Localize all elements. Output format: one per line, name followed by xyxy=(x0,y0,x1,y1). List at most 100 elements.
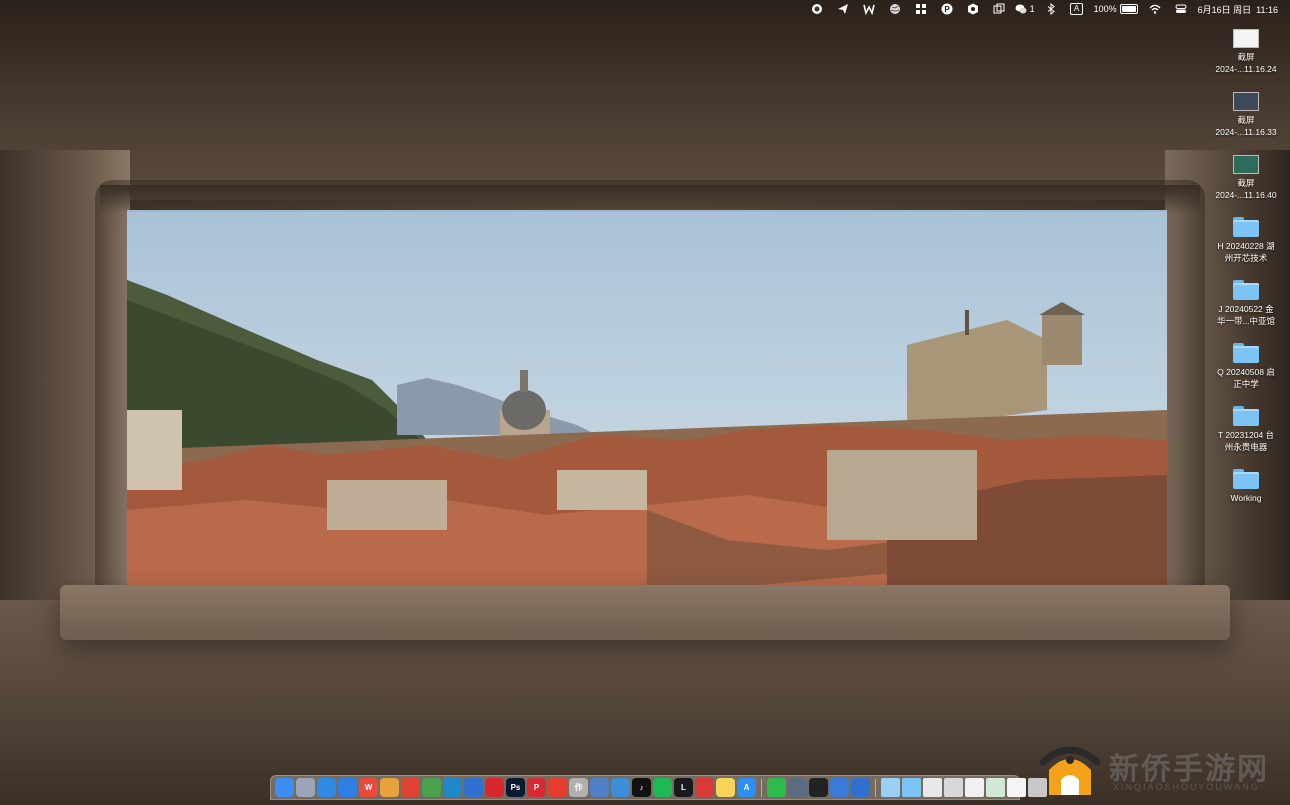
dock-doc-stack-1-icon[interactable] xyxy=(923,778,942,797)
dock-globe-app-icon[interactable] xyxy=(611,778,630,797)
wifi-icon[interactable] xyxy=(1142,0,1168,18)
desktop-item-label-line1: J 20240522 金 xyxy=(1218,304,1274,314)
desktop-item[interactable]: 截屏 2024-...11.16.33 xyxy=(1203,89,1289,152)
dock-launchpad-icon[interactable] xyxy=(296,778,315,797)
p-icon[interactable]: P xyxy=(934,0,960,18)
desktop-item[interactable]: 截屏 2024-...11.16.24 xyxy=(1203,26,1289,89)
desktop-item[interactable]: Q 20240508 启正中学 xyxy=(1203,341,1289,404)
desktop-item-label-line1: H 20240228 湖 xyxy=(1217,241,1275,251)
desktop-item-label-line2: 州永贵电器 xyxy=(1224,442,1268,452)
dock-screen-app-icon[interactable] xyxy=(788,778,807,797)
dock-photoshop-icon[interactable]: Ps xyxy=(506,778,525,797)
dock-pinterest-icon[interactable]: P xyxy=(527,778,546,797)
desktop-item-label-line1: 截屏 xyxy=(1237,178,1255,188)
wechat-icon xyxy=(1015,4,1027,14)
screenshot-thumbnail-icon xyxy=(1233,155,1259,174)
folder-icon xyxy=(1233,469,1259,489)
house-logo-icon xyxy=(1039,746,1101,795)
screenshot-thumbnail-icon xyxy=(1233,92,1259,111)
clock[interactable]: 6月16日 周日 11:16 xyxy=(1194,0,1290,18)
dock-wps-icon[interactable]: W xyxy=(359,778,378,797)
dock-folder-stack-1-icon[interactable] xyxy=(881,778,900,797)
desktop-item-label-line1: 截屏 xyxy=(1237,115,1255,125)
desktop-item-label-line2: 华一带...中亚馆 xyxy=(1216,316,1276,326)
dock-preview-icon[interactable] xyxy=(590,778,609,797)
folder-icon xyxy=(1233,406,1259,426)
wps-icon[interactable] xyxy=(856,0,882,18)
desktop-item-label-line2: 2024-...11.16.33 xyxy=(1215,127,1277,137)
dock-dark-app-icon[interactable] xyxy=(809,778,828,797)
folder-icon xyxy=(1233,280,1259,300)
dock-photos-icon[interactable] xyxy=(380,778,399,797)
desktop-item-label: Working xyxy=(1203,492,1289,504)
dock-doc-stack-3-icon[interactable] xyxy=(965,778,984,797)
desktop-item-label: T 20231204 台州永贵电器 xyxy=(1203,429,1289,453)
folder-icon xyxy=(1233,343,1259,363)
menu-bar: P 1 A 100% 6月16日 周日 11:16 xyxy=(0,0,1290,18)
dock-l-app-icon[interactable]: L xyxy=(674,778,693,797)
bluetooth-icon[interactable] xyxy=(1038,0,1064,18)
battery-icon xyxy=(1119,4,1138,14)
dock-chrome-icon[interactable] xyxy=(401,778,420,797)
desktop-item-label: 截屏 2024-...11.16.24 xyxy=(1203,51,1289,75)
dock-doc-stack-5-icon[interactable] xyxy=(1007,778,1026,797)
desktop-icons: 截屏 2024-...11.16.24 截屏 2024-...11.16.33 截屏 20… xyxy=(1203,26,1289,530)
desktop-item-label-line2: 2024-...11.16.24 xyxy=(1215,64,1277,74)
dock-red-app-icon[interactable] xyxy=(548,778,567,797)
grid-icon[interactable] xyxy=(908,0,934,18)
dock-acrobat-icon[interactable] xyxy=(485,778,504,797)
dock-separator xyxy=(761,778,762,797)
dock-edge-icon[interactable] xyxy=(443,778,462,797)
dock-wechat-icon[interactable] xyxy=(767,778,786,797)
desktop-item-label-line1: Q 20240508 启 xyxy=(1217,367,1275,377)
desktop-item-label: J 20240522 金华一带...中亚馆 xyxy=(1203,303,1289,327)
dock-cloud-app-icon[interactable] xyxy=(830,778,849,797)
dock-mail-icon[interactable] xyxy=(338,778,357,797)
desktop-item-label: H 20240228 湖州开芯技术 xyxy=(1203,240,1289,264)
battery-percent: 100% xyxy=(1093,4,1117,14)
dock-chrome-alt-icon[interactable] xyxy=(422,778,441,797)
control-center-icon[interactable] xyxy=(1168,0,1194,18)
wechat-badge: 1 xyxy=(1029,4,1035,14)
wechat-menubar[interactable]: 1 xyxy=(1012,0,1038,18)
dock-app-store-icon[interactable]: A xyxy=(737,778,756,797)
windows-icon[interactable] xyxy=(986,0,1012,18)
desktop-item[interactable]: T 20231204 台州永贵电器 xyxy=(1203,404,1289,467)
desktop-item-label-line1: 截屏 xyxy=(1237,52,1255,62)
desktop-item-label-line1: Working xyxy=(1230,493,1262,503)
globe-icon[interactable] xyxy=(882,0,908,18)
desktop-item[interactable]: Working xyxy=(1203,467,1289,530)
desktop-item-label: 截屏 2024-...11.16.33 xyxy=(1203,114,1289,138)
desktop-item[interactable]: H 20240228 湖州开芯技术 xyxy=(1203,215,1289,278)
dock-blue-app-icon[interactable] xyxy=(464,778,483,797)
dock-tiktok-icon[interactable]: ♪ xyxy=(632,778,651,797)
window-view-of-city xyxy=(127,210,1167,595)
dock-folder-stack-2-icon[interactable] xyxy=(902,778,921,797)
dock-zuo-icon[interactable]: 作 xyxy=(569,778,588,797)
battery-status[interactable]: 100% xyxy=(1090,0,1142,18)
dock-safari-icon[interactable] xyxy=(317,778,336,797)
send-icon[interactable] xyxy=(830,0,856,18)
desktop-item-label: Q 20240508 启正中学 xyxy=(1203,366,1289,390)
screenshot-thumbnail-icon xyxy=(1233,29,1259,48)
origin-icon[interactable] xyxy=(804,0,830,18)
menubar-datetime: 6月16日 周日 11:16 xyxy=(1197,4,1278,15)
dock-separator xyxy=(875,778,876,797)
dock-blue-circle-app-icon[interactable] xyxy=(851,778,870,797)
dock-finder-icon[interactable] xyxy=(275,778,294,797)
dock-doc-stack-2-icon[interactable] xyxy=(944,778,963,797)
dock-notes-icon[interactable] xyxy=(716,778,735,797)
desktop-item[interactable]: J 20240522 金华一带...中亚馆 xyxy=(1203,278,1289,341)
input-method-label: A xyxy=(1069,3,1084,15)
input-method[interactable]: A xyxy=(1064,0,1090,18)
desktop-item-label-line2: 正中学 xyxy=(1233,379,1259,389)
dock-netease-music-icon[interactable] xyxy=(695,778,714,797)
svg-text:P: P xyxy=(944,5,950,14)
desktop-wallpaper xyxy=(0,0,1290,800)
desktop-item-label-line2: 2024-...11.16.40 xyxy=(1215,190,1277,200)
dock-spotify-icon[interactable] xyxy=(653,778,672,797)
desktop-item[interactable]: 截屏 2024-...11.16.40 xyxy=(1203,152,1289,215)
dock-doc-stack-4-icon[interactable] xyxy=(986,778,1005,797)
dock: W Ps P 作 ♪ L A xyxy=(270,775,1047,800)
hex-icon[interactable] xyxy=(960,0,986,18)
